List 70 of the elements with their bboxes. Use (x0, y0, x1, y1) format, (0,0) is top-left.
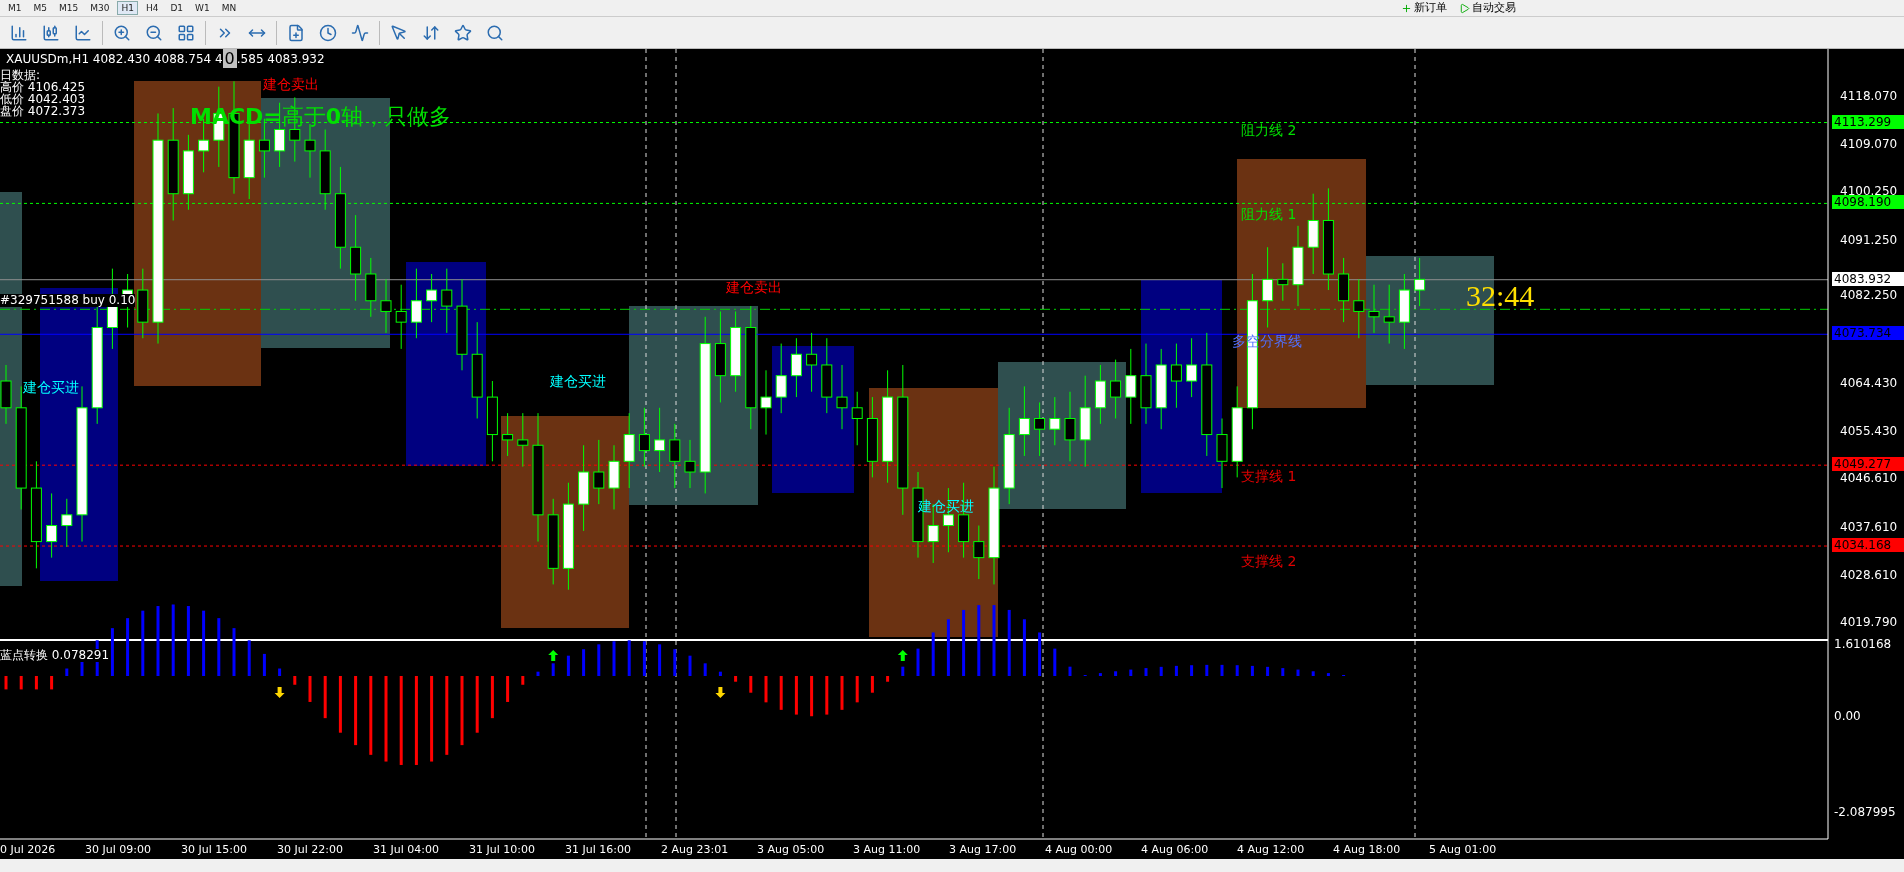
price-marker: 4034.168 (1832, 538, 1904, 553)
price-tick: 4082.250 (1840, 287, 1898, 302)
timeframe-button[interactable]: H1 (117, 1, 138, 15)
indicator-tick: 1.610168 (1834, 637, 1892, 651)
up-arrow-icon (897, 650, 908, 661)
level-label: 支撑线 1 (1241, 469, 1297, 485)
indicator-tick: -2.087995 (1834, 805, 1896, 819)
level-label: 阻力线 2 (1241, 123, 1297, 139)
trade-annotation: 建仓卖出 (263, 77, 319, 93)
down-arrow-icon (274, 687, 285, 698)
time-label: 3 Aug 11:00 (853, 844, 921, 857)
price-marker: 4098.190 (1832, 195, 1904, 210)
order-label: #329751588 buy 0.10 (0, 294, 136, 308)
price-marker: 4049.277 (1832, 457, 1904, 472)
time-label: 4 Aug 12:00 (1237, 844, 1305, 857)
info-line: 低价 4042.403 (0, 93, 86, 106)
time-label: 30 Jul 22:00 (277, 844, 343, 857)
info-line: 高价 4106.425 (0, 81, 86, 94)
text-cursor: 0 (222, 49, 237, 68)
time-label: 31 Jul 16:00 (565, 844, 631, 857)
time-label: 30 Jul 15:00 (181, 844, 247, 857)
price-tick: 4037.610 (1840, 519, 1898, 534)
price-tick: 4019.790 (1840, 615, 1898, 629)
time-label: 5 Aug 01:00 (1429, 844, 1497, 857)
countdown-timer: 32:44 (1466, 279, 1535, 312)
time-label: 30 Jul 09:00 (85, 844, 151, 857)
price-tick: 4055.430 (1840, 424, 1898, 439)
timeframe-button[interactable]: M1 (4, 1, 26, 15)
time-label: 3 Aug 05:00 (757, 844, 825, 857)
level-label: 阻力线 1 (1241, 207, 1297, 223)
time-label: 2 Aug 23:01 (661, 844, 729, 857)
time-label: 4 Aug 06:00 (1141, 844, 1209, 857)
time-label: 4 Aug 18:00 (1333, 844, 1401, 857)
play-icon (1459, 2, 1470, 14)
timeframe-button[interactable]: W1 (191, 1, 214, 15)
price-tick: 4046.610 (1840, 471, 1898, 486)
timeframe-button[interactable]: M5 (29, 1, 51, 15)
down-arrow-icon (715, 687, 726, 698)
timeframe-button[interactable]: M30 (86, 1, 114, 15)
time-label: 3 Aug 17:00 (949, 844, 1017, 857)
timeframe-button[interactable]: M15 (55, 1, 83, 15)
price-marker: 4083.932 (1832, 271, 1904, 286)
trade-annotation: 建仓卖出 (726, 280, 782, 296)
time-label: 31 Jul 04:00 (373, 844, 439, 857)
time-label: 4 Aug 00:00 (1045, 844, 1113, 857)
price-tick: 4118.070 (1840, 89, 1898, 103)
indicator-label: 蓝点转换 0.078291 (0, 649, 110, 663)
price-tick: 4109.070 (1840, 137, 1898, 152)
up-arrow-icon (548, 650, 559, 661)
symbol-quote: XAUUSDm,H1 4082.430 4088.754 4 (6, 51, 223, 66)
price-tick: 4091.250 (1840, 232, 1898, 247)
timeframe-button[interactable]: H4 (141, 1, 163, 15)
symbol-quote: .585 4083.932 (236, 51, 325, 66)
trade-annotation: 建仓买进 (550, 374, 606, 390)
plus-icon (1401, 2, 1412, 14)
auto-trading-button[interactable]: 自动交易 (1455, 1, 1520, 15)
price-marker: 4073.734 (1832, 326, 1904, 341)
price-marker: 4113.299 (1832, 114, 1904, 129)
time-label: 0 Jul 2026 (0, 844, 56, 857)
timeframe-button[interactable]: D1 (166, 1, 188, 15)
price-tick: 4064.430 (1840, 376, 1898, 391)
timeframe-button[interactable]: MN (217, 1, 241, 15)
indicator-tick: 0.00 (1834, 709, 1861, 723)
trade-annotation: 建仓买进 (23, 380, 79, 396)
level-label: 支撑线 2 (1241, 554, 1297, 570)
price-tick: 4028.610 (1840, 567, 1898, 582)
info-line: 日数据: (0, 69, 41, 82)
info-line: 盘价 4072.373 (0, 105, 86, 119)
new-order-button[interactable]: 新订单 (1397, 1, 1451, 15)
time-label: 31 Jul 10:00 (469, 844, 535, 857)
